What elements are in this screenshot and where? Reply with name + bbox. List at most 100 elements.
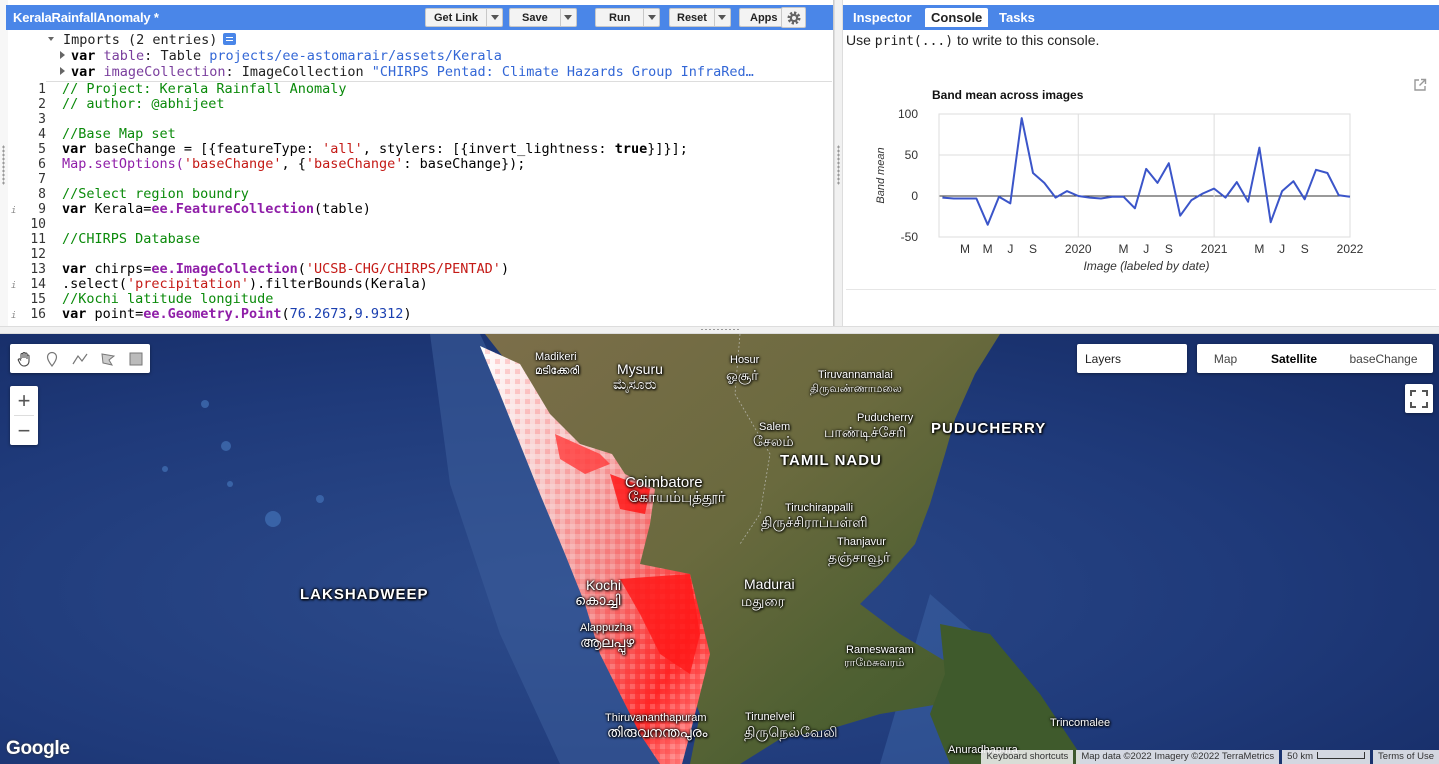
imports-header-label: Imports (2 entries) (63, 32, 218, 48)
expand-arrow-icon[interactable] (60, 51, 65, 59)
pan-tool-button[interactable] (10, 344, 38, 373)
x-tick-label: J (1143, 242, 1149, 256)
open-in-new-icon[interactable] (1413, 78, 1427, 92)
map-label: Madurai (744, 576, 795, 592)
get-link-button[interactable]: Get Link (425, 8, 504, 27)
code-line: 4 //Base Map set (8, 126, 833, 143)
reset-dropdown[interactable] (713, 9, 730, 26)
draw-line-button[interactable] (66, 344, 94, 373)
code-line: 15 //Kochi latitude longitude (8, 291, 833, 308)
run-label: Run (609, 11, 631, 24)
editor-toolbar: KeralaRainfallAnomaly * Get Link Save Ru… (6, 5, 833, 30)
save-dropdown[interactable] (559, 9, 576, 26)
map-label: Tirunelveli (745, 711, 795, 723)
keyboard-shortcuts-link[interactable]: Keyboard shortcuts (981, 750, 1074, 764)
import-var-name[interactable]: imageCollection (104, 64, 226, 80)
code-line: 5 var baseChange = [{featureType: 'all', … (8, 141, 833, 158)
layers-button[interactable]: Layers (1077, 344, 1187, 373)
left-splitter[interactable] (0, 0, 8, 326)
import-var-name[interactable]: table (104, 48, 145, 64)
map-label: திருவண்ணாமலை (810, 383, 902, 395)
code-text: Map.setOptions('baseChange', {'baseChang… (62, 156, 526, 172)
code-text: // Project: Kerala Rainfall Anomaly (62, 82, 347, 97)
code-text: // author: @abhijeet (62, 96, 225, 112)
map-label: മടിക്കേരി (535, 365, 580, 377)
info-marker-icon[interactable]: i (11, 309, 16, 324)
terms-of-use-link[interactable]: Terms of Use (1373, 750, 1439, 764)
map-label: சேலம் (753, 433, 794, 449)
map-label: Kochi (586, 577, 622, 593)
code-line: 2 // author: @abhijeet (8, 96, 833, 113)
draw-rectangle-button[interactable] (122, 344, 150, 373)
tab-inspector[interactable]: Inspector (847, 8, 918, 27)
show-generated-code-icon[interactable] (223, 33, 237, 45)
polygon-icon (101, 352, 116, 366)
run-button[interactable]: Run (595, 8, 661, 27)
x-tick-label: M (1119, 242, 1129, 256)
code-line: 1 // Project: Kerala Rainfall Anomaly (8, 82, 833, 97)
map-label: Thanjavur (837, 536, 886, 548)
import-asset-link[interactable]: projects/ee-astomarair/assets/Kerala (209, 48, 502, 64)
x-tick-label: M (960, 242, 970, 256)
code-text: var point=ee.Geometry.Point(76.2673,9.93… (62, 306, 412, 322)
code-line: 7 (8, 172, 833, 187)
code-line: i 16 var point=ee.Geometry.Point(76.2673,9… (8, 306, 833, 324)
map-label: Trincomalee (1050, 717, 1111, 729)
tab-console[interactable]: Console (925, 8, 989, 27)
map-type-basechange[interactable]: baseChange (1334, 344, 1433, 373)
x-tick-label: 2021 (1201, 242, 1228, 256)
code-line: 3 (8, 112, 833, 127)
scale-bar (1317, 752, 1366, 759)
code-text: //Kochi latitude longitude (62, 291, 274, 307)
map-label: Rameswaram (846, 644, 914, 656)
zoom-out-button[interactable]: − (10, 416, 38, 445)
map-label: கோயம்புத்தூர் (628, 489, 726, 506)
map-label: Mysuru (617, 361, 663, 377)
code-text: var baseChange = [{featureType: 'all', s… (62, 141, 688, 157)
script-title[interactable]: KeralaRainfallAnomaly * (13, 10, 159, 25)
hand-icon (17, 351, 30, 367)
expand-arrow-icon[interactable] (60, 67, 65, 75)
horizontal-splitter[interactable] (0, 326, 1439, 334)
x-tick-label: 2022 (1337, 242, 1364, 256)
map-label: திருச்சிராப்பள்ளி (761, 514, 868, 530)
map-label: TAMIL NADU (780, 452, 882, 469)
panel-tabs: Inspector Console Tasks (843, 5, 1439, 30)
scale-indicator[interactable]: 50 km (1282, 750, 1371, 764)
code-line: i 9 var Kerala=ee.FeatureCollection(table) (8, 202, 833, 218)
series-line (942, 117, 1351, 226)
map-label: திருநெல்வேலி (744, 724, 838, 740)
reset-button[interactable]: Reset (669, 8, 731, 27)
map-type-satellite[interactable]: Satellite (1254, 344, 1334, 373)
code-text: //Base Map set (62, 126, 176, 142)
chevron-down-icon (490, 15, 499, 20)
tab-tasks[interactable]: Tasks (993, 8, 1041, 27)
fullscreen-button[interactable] (1405, 384, 1433, 413)
map-label: Tiruvannamalai (818, 369, 893, 381)
import-keyword: var (71, 64, 96, 80)
import-row[interactable]: var imageCollection: ImageCollection "CH… (46, 64, 832, 80)
map-label: Madikeri (535, 351, 577, 363)
add-marker-button[interactable] (38, 344, 66, 373)
imports-header[interactable]: Imports (2 entries) (46, 32, 832, 48)
zoom-in-button[interactable]: + (10, 386, 38, 415)
get-link-dropdown[interactable] (486, 9, 502, 26)
save-button[interactable]: Save (509, 8, 577, 27)
zoom-control: + − (10, 386, 38, 445)
code-area[interactable]: 1 // Project: Kerala Rainfall Anomaly 2 //… (8, 82, 833, 326)
drawing-tools (10, 344, 150, 373)
y-tick-label: -50 (901, 230, 919, 244)
import-asset-link[interactable]: "CHIRPS Pentad: Climate Hazards Group In… (372, 64, 754, 80)
map-type-map[interactable]: Map (1197, 344, 1254, 373)
code-line: 11 //CHIRPS Database (8, 232, 833, 248)
draw-shape-button[interactable] (94, 344, 122, 373)
map-label: തിരുവനന്തപുരം (607, 724, 708, 740)
collapse-arrow-icon[interactable] (48, 37, 54, 41)
x-tick-label: M (1254, 242, 1264, 256)
line-number: 11 (30, 232, 46, 247)
vertical-splitter[interactable] (834, 0, 843, 326)
map-view[interactable]: Madikeri മടിക്കേരി Mysuru ಮೈಸೂರು Hosur ஓ… (0, 334, 1439, 764)
settings-button[interactable] (781, 7, 806, 28)
run-dropdown[interactable] (643, 9, 659, 26)
import-row[interactable]: var table: Table projects/ee-astomarair/… (46, 48, 832, 64)
